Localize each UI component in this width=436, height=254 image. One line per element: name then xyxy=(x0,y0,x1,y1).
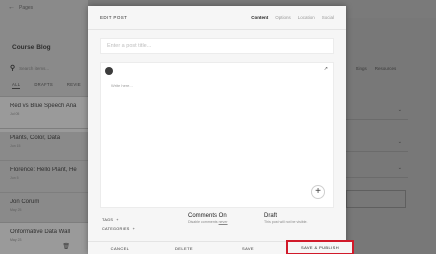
post-body-editor[interactable]: Write here... ↗ + xyxy=(100,62,334,208)
filter-tab-all[interactable]: ALL xyxy=(12,82,21,89)
plus-icon: + xyxy=(132,227,136,231)
editor-placeholder: Write here... xyxy=(111,83,133,88)
list-item[interactable]: Plants, Color, Data Jun 15 xyxy=(0,128,88,164)
comments-sub-prefix: Disable comments xyxy=(188,220,218,224)
settings-tabs: ttings Resources xyxy=(356,66,404,71)
post-date: Jun 15 xyxy=(10,144,21,148)
post-date: Jul 05 xyxy=(10,112,20,116)
settings-input[interactable] xyxy=(346,190,406,208)
tags-label: TAGS xyxy=(102,218,114,222)
tab-resources[interactable]: Resources xyxy=(375,66,397,71)
settings-row[interactable]: ⌄ xyxy=(346,102,408,120)
dialog-tabs: Content Options Location Social xyxy=(244,15,334,20)
post-meta: TAGS + CATEGORIES + xyxy=(102,216,135,234)
chevron-down-icon: ⌄ xyxy=(397,139,402,145)
filter-tab-drafts[interactable]: DRAFTS xyxy=(34,82,53,87)
post-date: Jun 5 xyxy=(10,176,19,180)
list-item[interactable]: Onformative Data Wall May 23 🗑 xyxy=(0,222,88,254)
tab-options[interactable]: Options xyxy=(275,15,291,20)
post-title-input[interactable] xyxy=(100,38,334,54)
tab-content[interactable]: Content xyxy=(251,15,268,20)
categories-control[interactable]: CATEGORIES + xyxy=(102,225,135,234)
back-label: Pages xyxy=(19,5,34,11)
save-and-publish-button[interactable]: SAVE & PUBLISH xyxy=(286,240,354,254)
tab-social[interactable]: Social xyxy=(322,15,334,20)
save-button[interactable]: SAVE xyxy=(216,242,280,254)
post-title: Jon Corum xyxy=(10,199,40,205)
post-date: May 23 xyxy=(10,238,22,242)
back-to-pages-link[interactable]: ← Pages xyxy=(8,4,33,11)
status-heading: Draft xyxy=(264,213,278,219)
expand-icon[interactable]: ↗ xyxy=(324,66,328,72)
add-block-button[interactable]: + xyxy=(311,185,325,199)
plus-icon: + xyxy=(315,186,321,197)
post-title: Onformative Data Wall xyxy=(10,229,71,235)
arrow-left-icon: ← xyxy=(8,4,15,11)
plus-icon: + xyxy=(116,218,119,222)
list-item[interactable]: Red vs Blue Speech Ana Jul 05 xyxy=(0,96,88,132)
post-title: Florence: Hello Plant, He xyxy=(10,167,77,173)
settings-row[interactable]: ⌄ xyxy=(346,160,408,178)
search-placeholder: Search items... xyxy=(19,66,50,71)
comments-heading: Comments On xyxy=(188,213,227,219)
filter-tabs: ALL DRAFTS REVIE xyxy=(12,82,95,89)
delete-button[interactable]: DELETE xyxy=(152,242,216,254)
trash-icon[interactable]: 🗑 xyxy=(62,243,70,250)
dialog-header: EDIT POST Content Options Location Social xyxy=(88,6,346,30)
search-icon: ⚲ xyxy=(10,65,16,72)
tags-control[interactable]: TAGS + xyxy=(102,216,135,225)
block-handle-icon[interactable] xyxy=(105,67,113,75)
comments-setting[interactable]: Comments On Disable comments never xyxy=(188,213,228,224)
cancel-button[interactable]: CANCEL xyxy=(88,242,152,254)
post-date: May 25 xyxy=(10,208,22,212)
chevron-down-icon: ⌄ xyxy=(397,165,402,171)
post-title: Plants, Color, Data xyxy=(10,135,61,141)
comments-never-link[interactable]: never xyxy=(219,220,228,224)
post-status[interactable]: Draft This post will not be visible. xyxy=(264,213,308,224)
tab-location[interactable]: Location xyxy=(298,15,315,20)
categories-label: CATEGORIES xyxy=(102,227,130,231)
dialog-title: EDIT POST xyxy=(100,15,128,20)
search-field[interactable]: ⚲ Search items... xyxy=(10,64,88,74)
blog-title: Course Blog xyxy=(12,44,51,51)
post-title: Red vs Blue Speech Ana xyxy=(10,103,77,109)
status-subtext: This post will not be visible. xyxy=(264,220,308,224)
dialog-footer: CANCEL DELETE SAVE SAVE & PUBLISH xyxy=(88,240,354,254)
comments-subtext: Disable comments never xyxy=(188,220,228,224)
edit-post-dialog: EDIT POST Content Options Location Social W… xyxy=(88,6,354,254)
list-item[interactable]: Florence: Hello Plant, He Jun 5 xyxy=(0,160,88,196)
chevron-down-icon: ⌄ xyxy=(397,107,402,113)
tab-settings[interactable]: ttings xyxy=(356,66,367,71)
settings-row[interactable]: ⌄ xyxy=(346,134,408,152)
filter-tab-review[interactable]: REVIE xyxy=(67,82,81,87)
